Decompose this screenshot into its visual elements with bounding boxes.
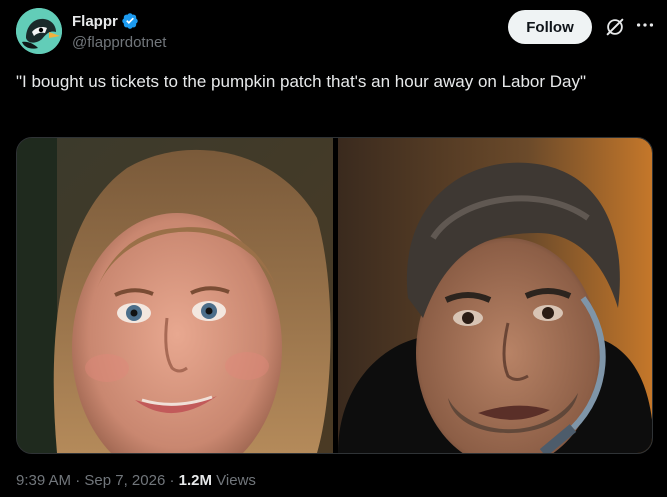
verified-badge-icon [122, 13, 138, 29]
avatar[interactable] [16, 8, 62, 54]
separator-dot: · [169, 472, 175, 489]
display-name[interactable]: Flappr [72, 13, 118, 30]
media-grid [16, 137, 653, 454]
tweet-header: Flappr @flapprdotnet Follow [16, 8, 654, 56]
views-count: 1.2M [178, 472, 212, 489]
more-icon[interactable] [634, 14, 656, 36]
follow-button[interactable]: Follow [508, 10, 592, 44]
views-label: Views [216, 472, 256, 489]
photo-man[interactable] [338, 138, 652, 453]
tweet-text: "I bought us tickets to the pumpkin patc… [16, 72, 587, 91]
tweet-meta: 9:39 AM · Sep 7, 2026 · 1.2M Views [16, 472, 256, 489]
author-names: Flappr @flapprdotnet [72, 11, 166, 52]
tweet-date[interactable]: Sep 7, 2026 [84, 472, 165, 489]
separator-dot: · [75, 472, 81, 489]
tweet-time[interactable]: 9:39 AM [16, 472, 71, 489]
name-row: Flappr [72, 11, 166, 31]
grok-icon[interactable] [604, 16, 626, 38]
photo-woman-image [17, 138, 333, 453]
author-handle[interactable]: @flapprdotnet [72, 34, 166, 51]
flappr-bird-logo-icon [16, 8, 62, 54]
photo-man-image [338, 138, 652, 453]
photo-woman[interactable] [17, 138, 333, 453]
